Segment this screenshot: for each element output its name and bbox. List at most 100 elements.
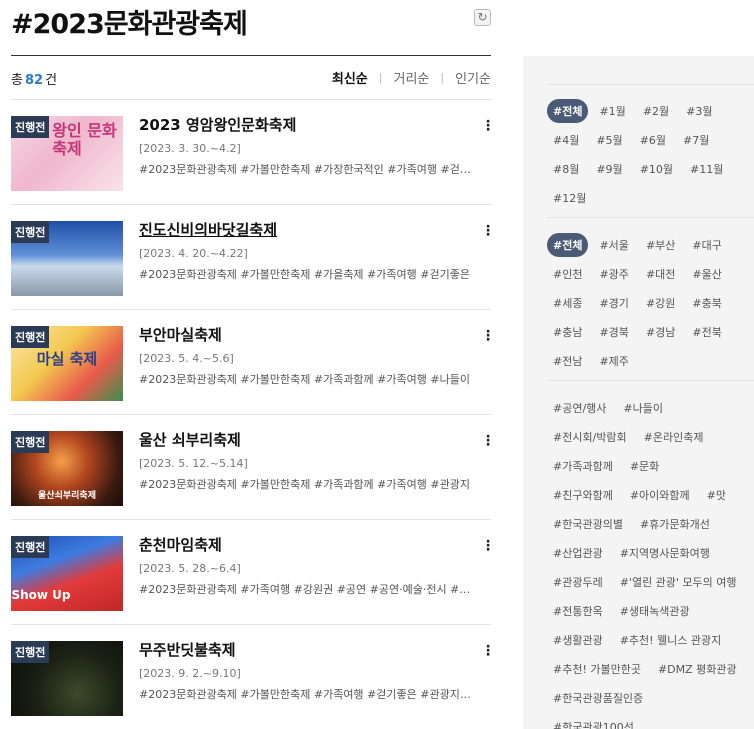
theme-chip[interactable]: #전시회/박람회 — [547, 425, 633, 449]
more-options-icon[interactable]: ⋮ — [481, 538, 495, 554]
theme-chip[interactable]: #지역명사문화여행 — [614, 541, 716, 565]
sort-separator: | — [440, 71, 445, 84]
list-item[interactable]: 영암 왕인 문화 축제 진행전 2023 영암왕인문화축제 [2023. 3. … — [11, 100, 495, 205]
region-chip[interactable]: #인천 — [547, 262, 588, 286]
month-row: #전체 #1월 #2월 #3월 — [547, 96, 754, 125]
theme-row: #한국관광의별 #휴가문화개선 — [547, 509, 754, 538]
festival-name[interactable]: 울산 쇠부리축제 — [139, 429, 474, 451]
region-chip[interactable]: #충북 — [686, 291, 727, 315]
theme-chip[interactable]: #DMZ 평화관광 — [652, 657, 743, 681]
theme-chip[interactable]: #한국관광품질인증 — [547, 686, 649, 710]
month-chip[interactable]: #1월 — [593, 99, 631, 123]
month-chip[interactable]: #7월 — [677, 128, 715, 152]
month-chip[interactable]: #10월 — [634, 157, 679, 181]
month-chip[interactable]: #4월 — [547, 128, 585, 152]
theme-chip[interactable]: #관광두레 — [547, 570, 609, 594]
list-item[interactable]: 진행전 무주반딧불축제 [2023. 9. 2.~9.10] #2023문화관광… — [11, 625, 495, 729]
theme-chip[interactable]: #온라인축제 — [638, 425, 710, 449]
theme-chip[interactable]: #공연/행사 — [547, 396, 612, 420]
thumbnail-text: 울산쇠부리축제 — [38, 491, 96, 501]
sort-latest[interactable]: 최신순 — [332, 68, 368, 87]
theme-row: #한국관광품질인증 — [547, 683, 754, 712]
festival-thumbnail[interactable]: 진행전 — [11, 641, 123, 716]
month-chip[interactable]: #2월 — [637, 99, 675, 123]
region-chip[interactable]: #경북 — [593, 320, 634, 344]
more-options-icon[interactable]: ⋮ — [481, 433, 495, 449]
theme-chip[interactable]: #친구와함께 — [547, 483, 619, 507]
list-item[interactable]: 마실 축제 진행전 부안마실축제 [2023. 5. 4.~5.6] #2023… — [11, 310, 495, 415]
sidebar-divider — [547, 84, 754, 85]
more-options-icon[interactable]: ⋮ — [481, 643, 495, 659]
region-chip[interactable]: #대전 — [640, 262, 681, 286]
refresh-icon[interactable]: ↻ — [474, 9, 491, 26]
theme-chip[interactable]: #나들이 — [617, 396, 669, 420]
region-chip[interactable]: #전남 — [547, 349, 588, 373]
festival-name[interactable]: 진도신비의바닷길축제 — [139, 219, 474, 241]
month-chip[interactable]: #3월 — [680, 99, 718, 123]
theme-chip[interactable]: #추천! 가볼만한곳 — [547, 657, 647, 681]
festival-thumbnail[interactable]: 진행전 — [11, 221, 123, 296]
month-chip[interactable]: #5월 — [590, 128, 628, 152]
month-chip[interactable]: #전체 — [547, 98, 589, 123]
festival-tags: #2023문화관광축제 #가볼만한축제 #가장한국적인 #가족여행 #걷기좋은 — [139, 163, 471, 176]
theme-chip[interactable]: #한국관광100선 — [547, 715, 640, 729]
theme-chip[interactable]: #문화 — [624, 454, 665, 478]
region-chip[interactable]: #강원 — [640, 291, 681, 315]
region-chip[interactable]: #세종 — [547, 291, 588, 315]
festival-name[interactable]: 부안마실축제 — [139, 324, 474, 346]
region-chip[interactable]: #제주 — [593, 349, 634, 373]
festival-date: [2023. 5. 28.~6.4] — [139, 562, 241, 575]
list-item[interactable]: 울산쇠부리축제 진행전 울산 쇠부리축제 [2023. 5. 12.~5.14]… — [11, 415, 495, 520]
theme-chip[interactable]: #가족과함께 — [547, 454, 619, 478]
festival-thumbnail[interactable]: 영암 왕인 문화 축제 진행전 — [11, 116, 123, 191]
region-chip[interactable]: #경기 — [593, 291, 634, 315]
month-chip[interactable]: #11월 — [684, 157, 729, 181]
sort-popular[interactable]: 인기순 — [455, 68, 491, 87]
more-options-icon[interactable]: ⋮ — [481, 223, 495, 239]
theme-row: #생활관광 #추천! 웰니스 관광지 — [547, 625, 754, 654]
month-chip[interactable]: #6월 — [634, 128, 672, 152]
total-count: 총 82 건 — [11, 69, 57, 88]
festival-date: [2023. 4. 20.~4.22] — [139, 247, 248, 260]
theme-chip[interactable]: #'열린 관광' 모두의 여행 — [614, 570, 743, 594]
theme-chip[interactable]: #맛 — [701, 483, 732, 507]
theme-chip[interactable]: #생태녹색관광 — [614, 599, 696, 623]
region-chip[interactable]: #광주 — [593, 262, 634, 286]
list-item[interactable]: Show Up 진행전 춘천마임축제 [2023. 5. 28.~6.4] #2… — [11, 520, 495, 625]
region-chip[interactable]: #전체 — [547, 232, 589, 257]
region-chip[interactable]: #경남 — [640, 320, 681, 344]
theme-chip[interactable]: #산업관광 — [547, 541, 609, 565]
festival-name[interactable]: 2023 영암왕인문화축제 — [139, 114, 474, 136]
festival-thumbnail[interactable]: 마실 축제 진행전 — [11, 326, 123, 401]
month-chip[interactable]: #9월 — [590, 157, 628, 181]
theme-row: #전통한옥 #생태녹색관광 — [547, 596, 754, 625]
sort-distance[interactable]: 거리순 — [394, 68, 430, 87]
list-item[interactable]: 진행전 진도신비의바닷길축제 [2023. 4. 20.~4.22] #2023… — [11, 205, 495, 310]
month-chip[interactable]: #8월 — [547, 157, 585, 181]
theme-chip[interactable]: #생활관광 — [547, 628, 609, 652]
region-chip[interactable]: #충남 — [547, 320, 588, 344]
theme-chip[interactable]: #휴가문화개선 — [634, 512, 716, 536]
festival-name[interactable]: 무주반딧불축제 — [139, 639, 474, 661]
region-chip[interactable]: #서울 — [593, 233, 634, 257]
theme-chip[interactable]: #한국관광의별 — [547, 512, 629, 536]
filter-sidebar: #전체 #1월 #2월 #3월 #4월 #5월 #6월 #7월 #8월 #9월 #10월 #11월 #1… — [523, 56, 754, 729]
theme-chip[interactable]: #아이와함께 — [624, 483, 696, 507]
more-options-icon[interactable]: ⋮ — [481, 328, 495, 344]
region-chip[interactable]: #울산 — [686, 262, 727, 286]
thumbnail-text: Show Up — [11, 588, 71, 602]
more-options-icon[interactable]: ⋮ — [481, 118, 495, 134]
festival-thumbnail[interactable]: 울산쇠부리축제 진행전 — [11, 431, 123, 506]
festival-thumbnail[interactable]: Show Up 진행전 — [11, 536, 123, 611]
theme-chip[interactable]: #추천! 웰니스 관광지 — [614, 628, 728, 652]
region-row: #세종 #경기 #강원 #충북 — [547, 288, 754, 317]
festival-date: [2023. 5. 12.~5.14] — [139, 457, 248, 470]
month-chip[interactable]: #12월 — [547, 186, 592, 210]
region-chip[interactable]: #부산 — [640, 233, 681, 257]
region-chip[interactable]: #전북 — [686, 320, 727, 344]
region-chip[interactable]: #대구 — [686, 233, 727, 257]
festival-name[interactable]: 춘천마임축제 — [139, 534, 474, 556]
theme-row: #추천! 가볼만한곳 #DMZ 평화관광 — [547, 654, 754, 683]
theme-chip[interactable]: #전통한옥 — [547, 599, 609, 623]
festival-list: 영암 왕인 문화 축제 진행전 2023 영암왕인문화축제 [2023. 3. … — [11, 100, 495, 729]
